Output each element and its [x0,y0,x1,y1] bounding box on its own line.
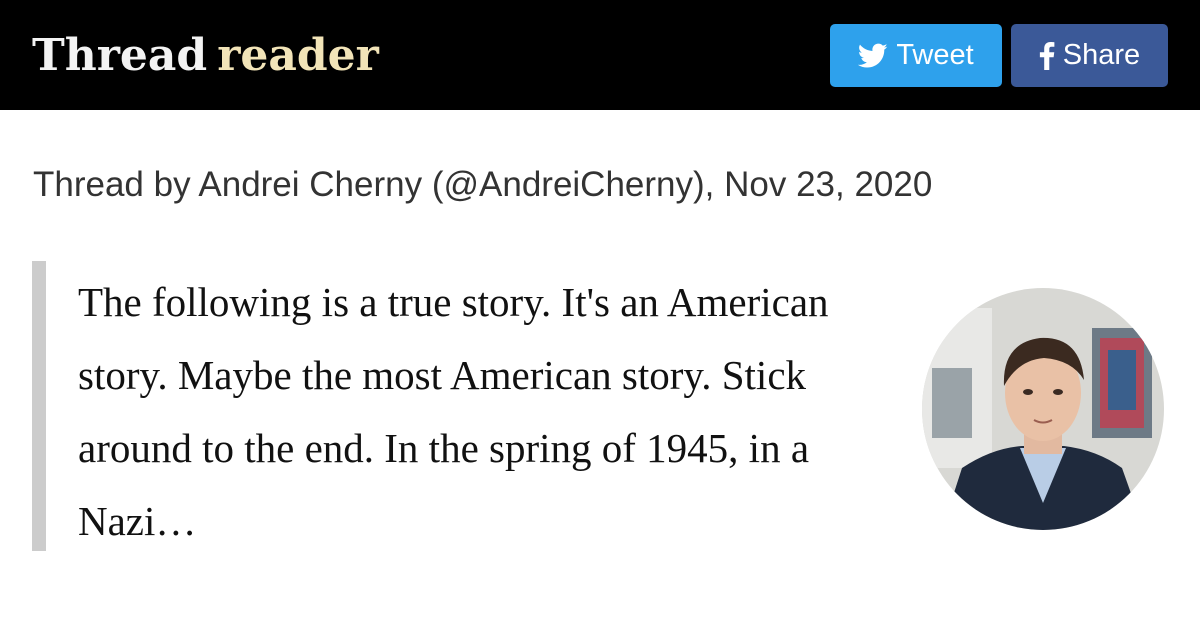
tweet-label: Tweet [896,39,974,71]
twitter-bird-icon [858,43,888,69]
tweet-button[interactable]: Tweet [830,24,1002,87]
header-bar: Thread reader Tweet Share [0,0,1200,110]
quote-bar [32,261,46,551]
share-button[interactable]: Share [1011,24,1168,87]
thread-excerpt[interactable]: The following is a true story. It's an A… [78,266,868,558]
logo-word-thread: Thread [32,30,208,81]
logo-word-reader: reader [217,30,379,81]
share-label: Share [1062,39,1141,71]
author-avatar[interactable] [922,288,1164,530]
threadreader-logo[interactable]: Thread reader [32,28,379,84]
facebook-f-icon [1039,41,1055,70]
thread-byline: Thread by Andrei Cherny (@AndreiCherny),… [33,165,933,204]
